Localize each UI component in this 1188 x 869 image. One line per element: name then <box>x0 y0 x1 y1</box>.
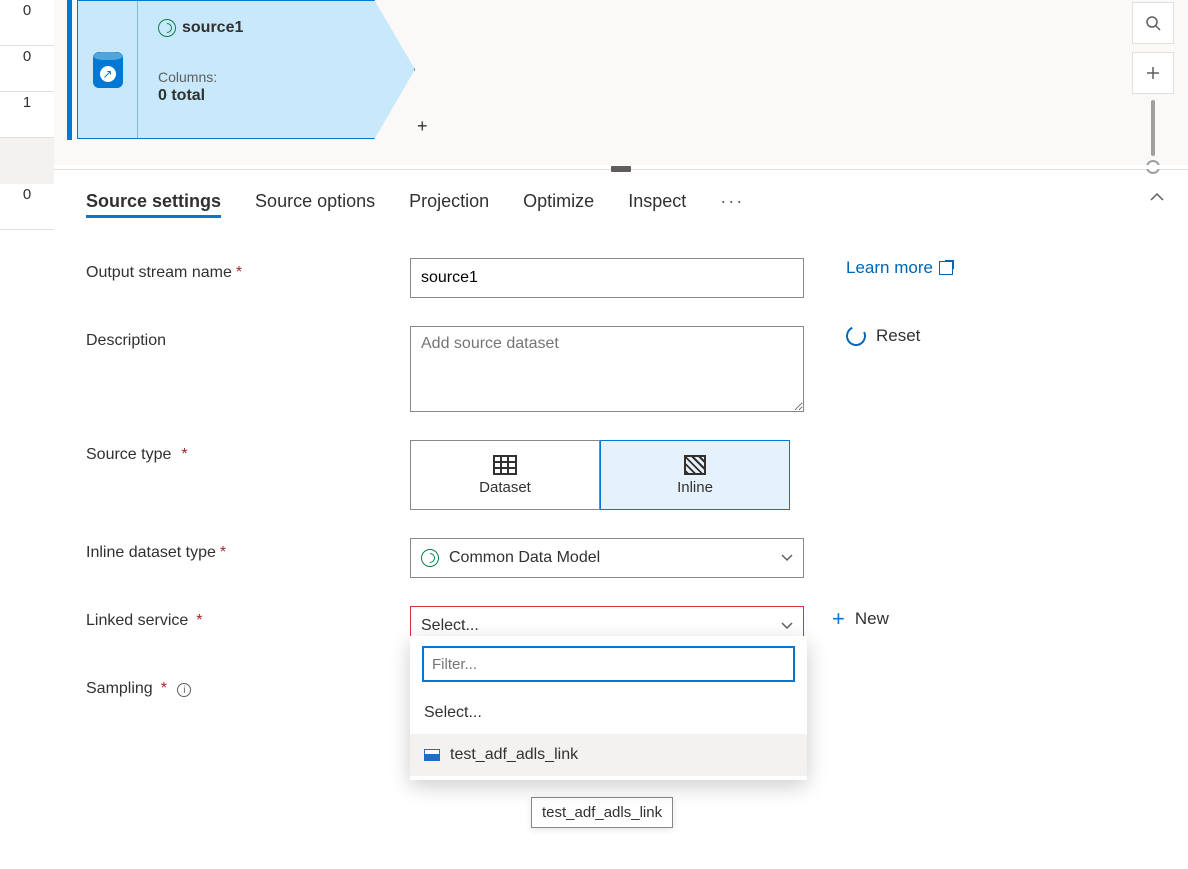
dropdown-item-service[interactable]: test_adf_adls_link <box>410 734 807 776</box>
add-step-button[interactable]: + <box>417 116 428 137</box>
tab-source-options[interactable]: Source options <box>255 185 375 218</box>
linked-service-label: Linked service* <box>86 606 410 630</box>
dropdown-filter-input[interactable] <box>422 646 795 682</box>
chevron-down-icon <box>781 554 793 562</box>
node-icon-col: ↗ <box>78 1 138 138</box>
inline-dataset-type-select[interactable]: Common Data Model <box>410 538 804 578</box>
tab-overflow[interactable]: ··· <box>720 191 744 212</box>
columns-label: Columns: <box>158 69 398 85</box>
zoom-track[interactable] <box>1151 100 1155 156</box>
cdm-icon <box>158 19 176 37</box>
search-button[interactable] <box>1132 2 1174 44</box>
left-rail: 0 0 1 0 <box>0 0 54 242</box>
arrow-icon: ↗ <box>100 66 116 82</box>
tab-inspect[interactable]: Inspect <box>628 185 686 218</box>
description-input[interactable] <box>410 326 804 412</box>
columns-count: 0 total <box>158 87 398 105</box>
linked-service-icon <box>424 749 440 761</box>
rail-cell[interactable]: 0 <box>0 46 54 92</box>
reset-icon <box>843 323 869 349</box>
description-label: Description <box>86 326 410 350</box>
output-stream-input[interactable] <box>410 258 804 298</box>
selection-strip <box>67 0 72 140</box>
source-node[interactable]: ↗ source1 Columns: 0 total <box>77 0 415 139</box>
database-icon: ↗ <box>93 52 123 88</box>
learn-more-link[interactable]: Learn more <box>846 258 953 278</box>
resize-handle[interactable] <box>611 166 631 172</box>
cdm-icon <box>421 549 439 567</box>
plus-icon <box>1145 65 1161 81</box>
reset-button[interactable]: Reset <box>846 326 920 346</box>
tab-projection[interactable]: Projection <box>409 185 489 218</box>
dataset-icon <box>493 455 517 475</box>
chevron-up-icon <box>1150 192 1164 202</box>
source-type-label: Source type* <box>86 440 410 464</box>
dropdown-item-placeholder[interactable]: Select... <box>410 692 807 734</box>
output-stream-label: Output stream name* <box>86 258 410 282</box>
external-link-icon <box>939 261 953 275</box>
sampling-label: Sampling* i <box>86 674 410 698</box>
chevron-down-icon <box>781 622 793 630</box>
source-type-dataset[interactable]: Dataset <box>410 440 600 510</box>
zoom-in-button[interactable] <box>1132 52 1174 94</box>
rail-cell[interactable]: 0 <box>0 184 54 230</box>
plus-icon: + <box>832 606 845 632</box>
info-icon[interactable]: i <box>177 683 191 697</box>
rail-cell[interactable] <box>0 138 54 184</box>
rail-cell[interactable]: 0 <box>0 0 54 46</box>
tab-source-settings[interactable]: Source settings <box>86 185 221 218</box>
search-icon <box>1145 15 1161 31</box>
source-type-toggle: Dataset Inline <box>410 440 790 510</box>
collapse-panel-button[interactable] <box>1150 192 1164 202</box>
inline-dataset-type-label: Inline dataset type* <box>86 538 410 562</box>
settings-tabs: Source settings Source options Projectio… <box>54 170 1188 234</box>
tab-optimize[interactable]: Optimize <box>523 185 594 218</box>
rail-cell[interactable]: 1 <box>0 92 54 138</box>
source-type-inline[interactable]: Inline <box>600 440 790 510</box>
inline-icon <box>684 455 706 475</box>
new-linked-service-button[interactable]: + New <box>832 606 889 632</box>
tooltip: test_adf_adls_link <box>531 797 673 828</box>
node-title: source1 <box>182 19 243 37</box>
flow-canvas[interactable]: ↗ source1 Columns: 0 total + <box>54 0 1188 170</box>
linked-service-dropdown: Select... test_adf_adls_link <box>410 636 807 780</box>
